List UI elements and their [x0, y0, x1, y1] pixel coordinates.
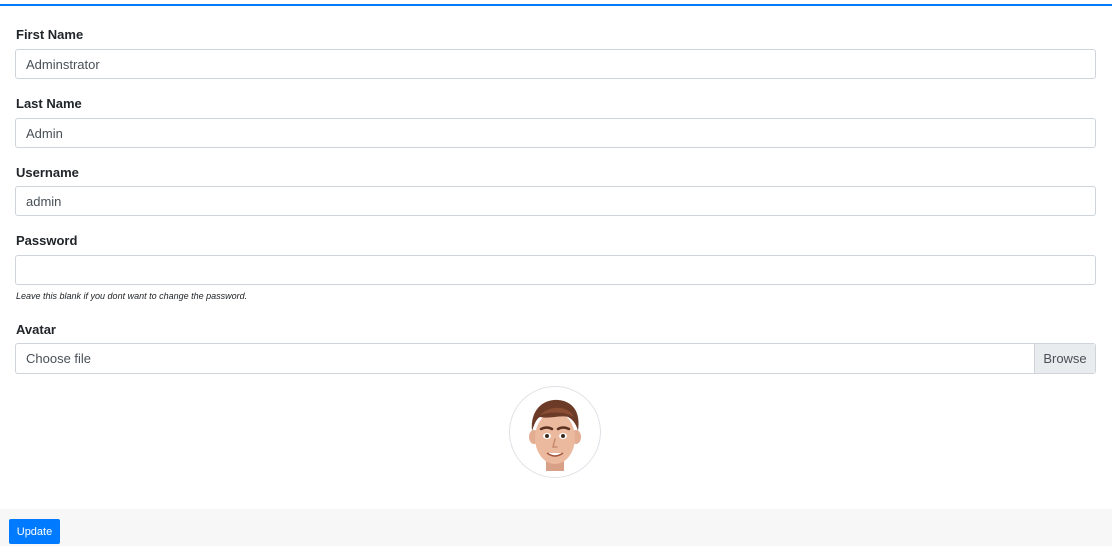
last-name-label: Last Name: [16, 96, 82, 111]
username-input[interactable]: [15, 186, 1096, 216]
last-name-input[interactable]: [15, 118, 1096, 148]
card-footer: Update: [0, 509, 1112, 546]
password-input[interactable]: [15, 255, 1096, 285]
first-name-input[interactable]: [15, 49, 1096, 79]
password-help-text: Leave this blank if you dont want to cha…: [16, 291, 248, 301]
avatar-label: Avatar: [16, 322, 56, 337]
avatar-image: [509, 386, 601, 478]
password-label: Password: [16, 233, 78, 248]
file-input-label: Choose file: [26, 351, 92, 366]
browse-button[interactable]: Browse: [1034, 344, 1095, 373]
first-name-label: First Name: [16, 27, 84, 42]
male-avatar-icon: [529, 399, 581, 471]
update-button[interactable]: Update: [9, 519, 60, 544]
avatar-file-input[interactable]: Choose file Browse: [15, 343, 1096, 374]
username-label: Username: [16, 165, 79, 180]
